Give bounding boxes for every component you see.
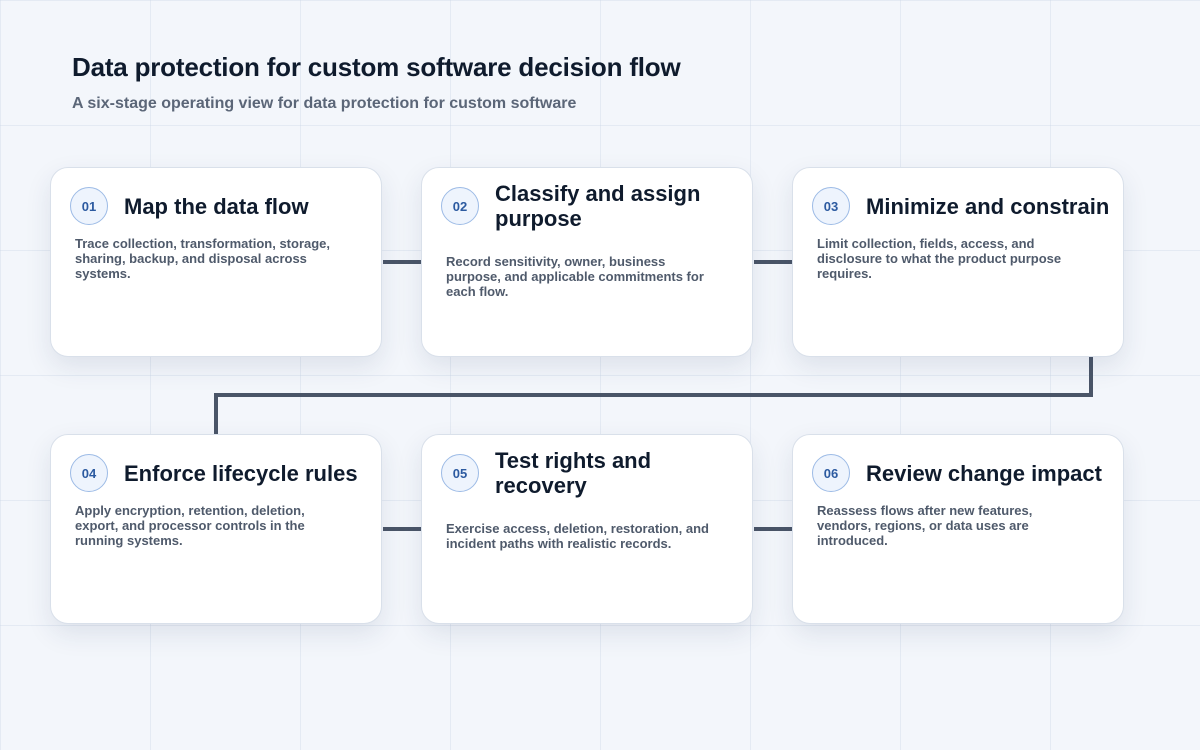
stage-title: Map the data flow [124, 193, 309, 219]
stage-card-02: 02 Classify and assign purpose Record se… [421, 167, 753, 357]
flow-connectors [214, 260, 1093, 531]
stage-card-04: 04 Enforce lifecycle rules Apply encrypt… [50, 434, 382, 624]
step-number-badge: 06 [812, 454, 850, 492]
step-number-badge: 03 [812, 187, 850, 225]
stage-title: Minimize and constrain [866, 193, 1110, 219]
connector-03-04 [214, 357, 1093, 434]
stage-description: Limit collection, fields, access, and di… [817, 236, 1062, 281]
stage-card-06: 06 Review change impact Reassess flows a… [792, 434, 1124, 624]
stage-description: Apply encryption, retention, deletion, e… [75, 503, 305, 548]
stage-title: Enforce lifecycle rules [124, 460, 358, 486]
stage-title: Classify and assign purpose [495, 181, 701, 231]
stage-title: Test rights and recovery [495, 448, 652, 498]
stage-card-05: 05 Test rights and recovery Exercise acc… [421, 434, 753, 624]
stage-title: Review change impact [866, 460, 1102, 486]
stage-card-03: 03 Minimize and constrain Limit collecti… [792, 167, 1124, 357]
stage-description: Reassess flows after new features, vendo… [817, 503, 1033, 548]
stage-description: Record sensitivity, owner, business purp… [446, 254, 704, 299]
step-number-badge: 02 [441, 187, 479, 225]
stage-description: Trace collection, transformation, storag… [75, 236, 331, 281]
step-number-badge: 01 [70, 187, 108, 225]
step-number-badge: 04 [70, 454, 108, 492]
stage-card-01: 01 Map the data flow Trace collection, t… [50, 167, 382, 357]
step-number-badge: 05 [441, 454, 479, 492]
stage-description: Exercise access, deletion, restoration, … [446, 521, 710, 551]
